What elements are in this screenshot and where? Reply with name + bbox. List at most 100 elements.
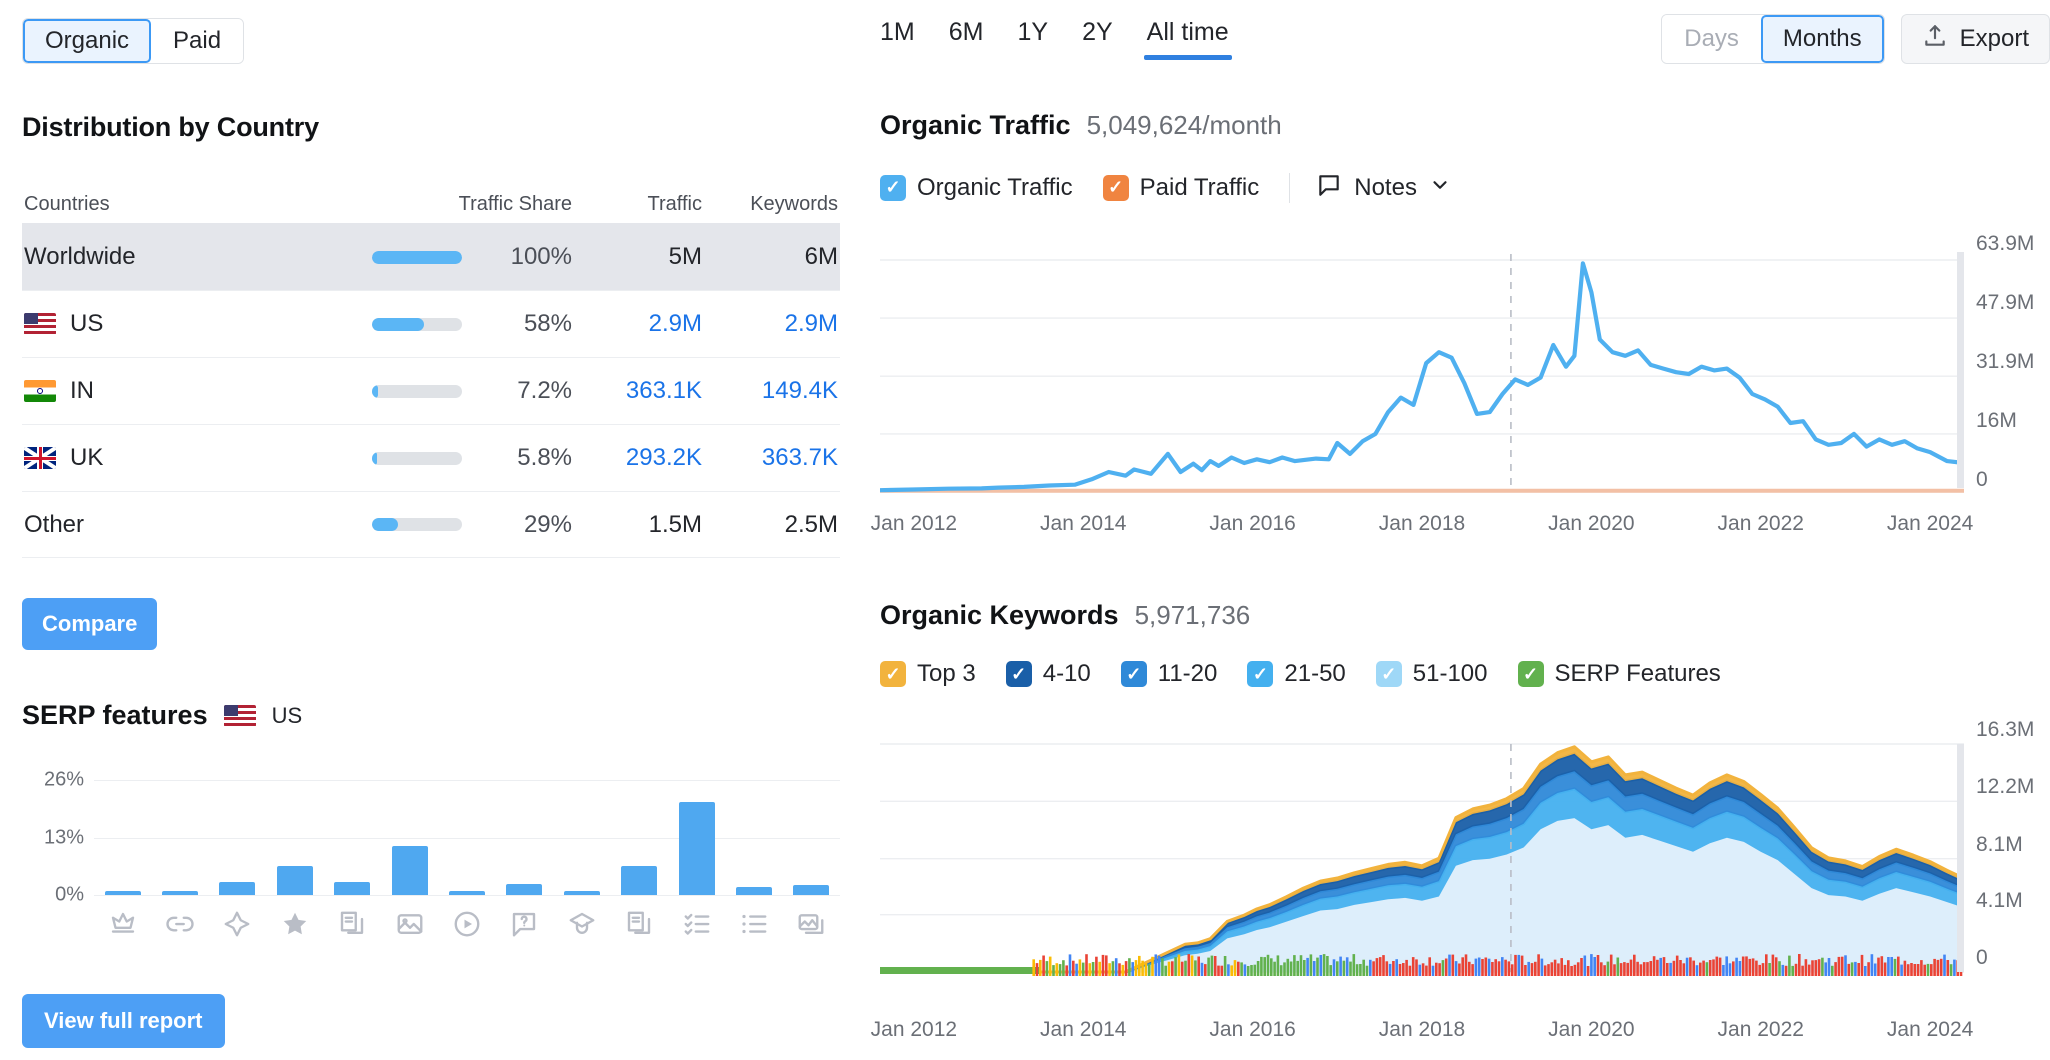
serp-icon-wrap[interactable] xyxy=(151,902,208,946)
serp-icon-wrap[interactable] xyxy=(725,902,782,946)
granularity-months-button[interactable]: Months xyxy=(1760,15,1884,63)
serp-icon-wrap[interactable] xyxy=(668,902,725,946)
image-icon xyxy=(395,909,425,939)
organic-traffic-header: Organic Traffic 5,049,624/month xyxy=(880,110,1282,141)
legend-item-serp-features[interactable]: ✓ SERP Features xyxy=(1517,660,1721,688)
legend-item-top-3[interactable]: ✓ Top 3 xyxy=(880,660,976,688)
serp-bar-knowledge-panel[interactable] xyxy=(324,780,381,895)
legend-item-organic-traffic[interactable]: ✓ Organic Traffic xyxy=(880,174,1073,202)
table-row[interactable]: IN 7.2% 363.1K 149.4K xyxy=(22,357,840,424)
cell-traffic[interactable]: 2.9M xyxy=(572,310,702,338)
cell-keywords: 6M xyxy=(804,243,838,270)
serp-bar-featured-snippet[interactable] xyxy=(94,780,151,895)
table-row[interactable]: Other 29% 1.5M 2.5M xyxy=(22,491,840,558)
range-tab-1m[interactable]: 1M xyxy=(880,18,932,60)
list-icon xyxy=(739,909,769,939)
range-tab-6m[interactable]: 6M xyxy=(932,18,1001,60)
checkbox-4-10[interactable]: ✓ xyxy=(1005,661,1032,687)
table-row[interactable]: Worldwide 100% 5M 6M xyxy=(22,223,840,290)
organic-traffic-x-axis: Jan 2012 Jan 2014 Jan 2016 Jan 2018 Jan 2020… xyxy=(871,512,2050,542)
export-button[interactable]: Export xyxy=(1900,14,2050,64)
country-name: IN xyxy=(70,377,94,404)
checkbox-51-100[interactable]: ✓ xyxy=(1375,661,1402,687)
column-header-traffic[interactable]: Traffic xyxy=(572,193,702,216)
serp-bar-list[interactable] xyxy=(725,780,782,895)
serp-features-chart: 26% 13% 0% xyxy=(22,769,840,937)
serp-bar-faq[interactable] xyxy=(496,780,553,895)
serp-bar-instant-answer[interactable] xyxy=(553,780,610,895)
checkbox-organic-traffic[interactable]: ✓ xyxy=(880,174,906,201)
cell-keywords[interactable]: 149.4K xyxy=(702,377,838,405)
checkbox-21-50[interactable]: ✓ xyxy=(1247,661,1274,687)
serp-bar-people-also-ask[interactable] xyxy=(611,780,668,895)
serp-icon-wrap[interactable] xyxy=(324,902,381,946)
column-header-keywords[interactable]: Keywords xyxy=(702,193,838,216)
organic-keywords-chart[interactable]: 16.3M 12.2M 8.1M 4.1M 0 xyxy=(880,718,2050,1002)
legend-item-4-10[interactable]: ✓ 4-10 xyxy=(1005,660,1091,688)
serp-bar-sitelinks[interactable] xyxy=(151,780,208,895)
range-tab-2y[interactable]: 2Y xyxy=(1065,18,1130,60)
legend-item-paid-traffic[interactable]: ✓ Paid Traffic xyxy=(1102,173,1260,202)
cell-keywords[interactable]: 2.9M xyxy=(702,310,838,338)
serp-bar-checklist[interactable] xyxy=(668,780,725,895)
cell-traffic[interactable]: 363.1K xyxy=(572,377,702,405)
cell-traffic-share: 29% xyxy=(322,511,572,539)
checkbox-paid-traffic[interactable]: ✓ xyxy=(1102,174,1129,201)
right-panel: 1M 6M 1Y 2Y All time Days Months Export Orga… xyxy=(871,0,2050,1060)
legend-label-paid-traffic: Paid Traffic xyxy=(1139,173,1260,201)
cell-keywords[interactable]: 363.7K xyxy=(702,444,838,472)
serp-icon-wrap[interactable] xyxy=(783,902,840,946)
checkbox-top-3[interactable]: ✓ xyxy=(880,661,906,687)
range-tab-all-time[interactable]: All time xyxy=(1130,18,1246,60)
cell-traffic[interactable]: 293.2K xyxy=(572,444,702,472)
serp-bar-ai-overview[interactable] xyxy=(209,780,266,895)
serp-icon-wrap[interactable] xyxy=(266,902,323,946)
country-name: Other xyxy=(24,510,85,538)
traffic-share-bar xyxy=(372,317,462,331)
legend-item-11-20[interactable]: ✓ 11-20 xyxy=(1120,660,1217,688)
granularity-toggle[interactable]: Days Months xyxy=(1661,14,1885,64)
traffic-share-bar xyxy=(372,451,462,465)
column-header-traffic-share[interactable]: Traffic Share xyxy=(322,193,572,216)
serp-icon-wrap[interactable] xyxy=(553,902,610,946)
compare-button[interactable]: Compare xyxy=(22,598,158,650)
traffic-type-paid-button[interactable]: Paid xyxy=(151,19,244,63)
export-icon xyxy=(1922,23,1948,56)
chevron-down-icon xyxy=(1429,174,1451,201)
date-range-tabs[interactable]: 1M 6M 1Y 2Y All time xyxy=(880,18,1246,60)
organic-traffic-chart[interactable]: 63.9M 47.9M 31.9M 16M 0 xyxy=(880,232,2050,496)
view-full-report-button[interactable]: View full report xyxy=(22,994,225,1048)
serp-icon-wrap[interactable] xyxy=(438,902,495,946)
checkbox-serp-features[interactable]: ✓ xyxy=(1517,661,1544,687)
serp-icon-wrap[interactable] xyxy=(611,902,668,946)
traffic-type-organic-button[interactable]: Organic xyxy=(23,19,152,63)
organic-traffic-y-axis: 63.9M 47.9M 31.9M 16M 0 xyxy=(1964,232,2050,496)
distribution-by-country-title: Distribution by Country xyxy=(22,112,319,142)
serp-bar-reviews[interactable] xyxy=(266,780,323,895)
column-header-countries[interactable]: Countries xyxy=(22,193,322,216)
checklist-icon xyxy=(682,909,712,939)
legend-item-21-50[interactable]: ✓ 21-50 xyxy=(1247,660,1346,688)
traffic-share-value: 5.8% xyxy=(517,444,572,471)
serp-bar-video[interactable] xyxy=(438,780,495,895)
legend-item-51-100[interactable]: ✓ 51-100 xyxy=(1375,660,1488,688)
serp-icon-wrap[interactable] xyxy=(94,902,151,946)
serp-bar-image-pack[interactable] xyxy=(783,780,840,895)
organic-keywords-header: Organic Keywords 5,971,736 xyxy=(880,600,1250,631)
table-row[interactable]: UK 5.8% 293.2K 363.7K xyxy=(22,424,840,491)
serp-icon-wrap[interactable] xyxy=(209,902,266,946)
granularity-days-button[interactable]: Days xyxy=(1662,15,1761,63)
notes-dropdown[interactable]: Notes xyxy=(1316,172,1451,203)
traffic-type-toggle[interactable]: Organic Paid xyxy=(22,18,245,64)
serp-bar-image[interactable] xyxy=(381,780,438,895)
featured-snippet-icon xyxy=(108,909,138,939)
cell-traffic-share: 7.2% xyxy=(322,377,572,405)
serp-icon-wrap[interactable] xyxy=(496,902,553,946)
serp-icon-wrap[interactable] xyxy=(381,902,438,946)
x-tick: Jan 2024 xyxy=(1886,512,1974,535)
serp-y-tick: 26% xyxy=(43,768,84,791)
range-tab-1y[interactable]: 1Y xyxy=(1000,18,1065,60)
table-row[interactable]: US 58% 2.9M 2.9M xyxy=(22,290,840,357)
checkbox-11-20[interactable]: ✓ xyxy=(1120,661,1147,687)
organic-keywords-title: Organic Keywords xyxy=(880,600,1119,630)
